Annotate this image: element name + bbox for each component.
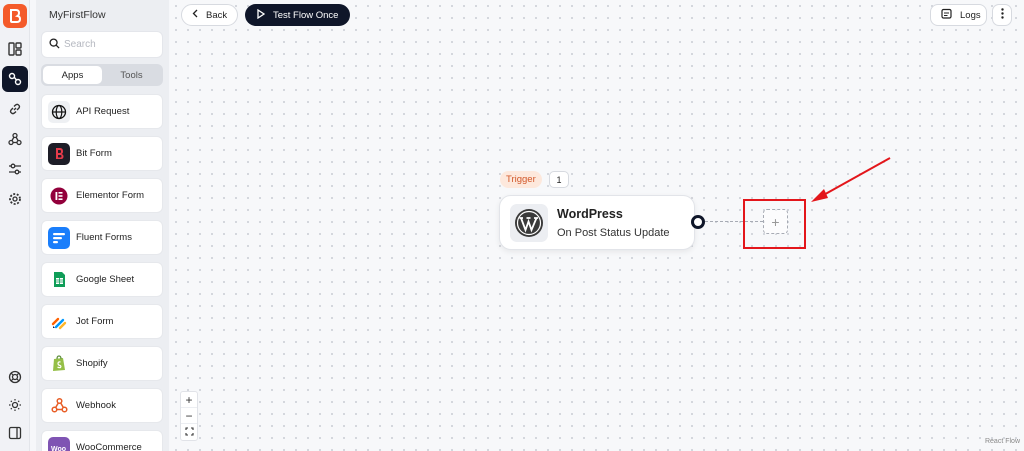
app-item-jot-form[interactable]: Jot Form	[41, 304, 163, 339]
test-flow-label: Test Flow Once	[273, 9, 339, 21]
left-rail	[0, 0, 30, 451]
app-item-webhook[interactable]: Webhook	[41, 388, 163, 423]
fit-view-button[interactable]	[181, 424, 197, 440]
globe-icon	[48, 100, 70, 123]
fluent-forms-icon	[48, 226, 70, 249]
trigger-badge: Trigger	[500, 171, 542, 188]
gear-icon[interactable]	[4, 188, 26, 210]
logo-icon[interactable]	[3, 4, 27, 28]
search-icon	[49, 36, 60, 54]
zoom-controls: + −	[180, 391, 198, 441]
shopify-icon	[48, 353, 70, 375]
app-label: Jot Form	[76, 316, 114, 327]
app-item-api-request[interactable]: API Request	[41, 94, 163, 129]
google-sheet-icon	[48, 269, 70, 291]
zoom-in-button[interactable]: +	[181, 392, 197, 408]
jotform-icon	[48, 311, 70, 333]
wordpress-icon	[510, 204, 548, 242]
app-label: Elementor Form	[76, 190, 145, 201]
highlight-box	[743, 199, 806, 249]
sliders-icon[interactable]	[4, 158, 26, 180]
bit-form-icon	[48, 142, 70, 165]
search-input[interactable]	[64, 39, 154, 50]
search-box[interactable]	[41, 31, 163, 58]
app-item-elementor-form[interactable]: Elementor Form	[41, 178, 163, 213]
node-subtitle: On Post Status Update	[557, 227, 670, 239]
logs-label: Logs	[960, 9, 981, 21]
app-label: Shopify	[76, 358, 108, 369]
fit-view-icon	[184, 425, 194, 439]
tab-apps[interactable]: Apps	[43, 66, 102, 84]
more-vertical-icon	[1000, 8, 1004, 22]
react-flow-attribution[interactable]: React Flow	[985, 438, 1020, 445]
app-label: Bit Form	[76, 148, 112, 159]
more-options-button[interactable]	[992, 4, 1012, 26]
app-item-google-sheet[interactable]: Google Sheet	[41, 262, 163, 297]
app-label: API Request	[76, 106, 130, 117]
dashboard-icon[interactable]	[4, 38, 26, 60]
tab-tools[interactable]: Tools	[102, 66, 161, 84]
wordpress-trigger-node[interactable]: WordPress On Post Status Update	[499, 195, 695, 250]
step-count-badge: 1	[549, 171, 569, 188]
app-item-fluent-forms[interactable]: Fluent Forms	[41, 220, 163, 255]
app-list: API Request Bit Form Elementor Form Flue…	[41, 94, 163, 451]
chevron-left-icon	[192, 9, 198, 21]
logs-button[interactable]: Logs	[930, 4, 987, 26]
app-label: Fluent Forms	[76, 232, 132, 243]
logs-icon	[941, 8, 952, 22]
back-label: Back	[206, 9, 228, 21]
theme-icon[interactable]	[4, 394, 26, 416]
zoom-out-button[interactable]: −	[181, 408, 197, 424]
webhook-icon[interactable]	[4, 128, 26, 150]
flows-icon[interactable]	[2, 66, 28, 92]
collapse-icon[interactable]	[4, 422, 26, 444]
app-item-shopify[interactable]: Shopify	[41, 346, 163, 381]
node-title: WordPress	[557, 207, 623, 221]
app-label: Webhook	[76, 400, 116, 411]
app-label: WooCommerce	[76, 442, 142, 451]
webhook-icon	[48, 395, 70, 417]
link-icon[interactable]	[4, 98, 26, 120]
svg-text:Woo: Woo	[51, 446, 66, 451]
flow-name[interactable]: MyFirstFlow	[49, 9, 106, 21]
support-icon[interactable]	[4, 366, 26, 388]
woocommerce-icon: Woo	[48, 436, 70, 451]
app-item-bit-form[interactable]: Bit Form	[41, 136, 163, 171]
apps-panel: MyFirstFlow Apps Tools API Request Bit F…	[36, 0, 169, 451]
elementor-icon	[48, 185, 70, 207]
app-label: Google Sheet	[76, 274, 135, 285]
panel-tabs: Apps Tools	[41, 64, 163, 86]
back-button[interactable]: Back	[181, 4, 238, 26]
test-flow-button[interactable]: Test Flow Once	[245, 4, 350, 26]
node-output-handle[interactable]	[691, 215, 705, 229]
play-icon	[257, 8, 266, 22]
app-item-woocommerce[interactable]: Woo WooCommerce	[41, 430, 163, 451]
flow-canvas[interactable]: Back Test Flow Once Logs Trigger 1 WordP…	[170, 0, 1024, 451]
